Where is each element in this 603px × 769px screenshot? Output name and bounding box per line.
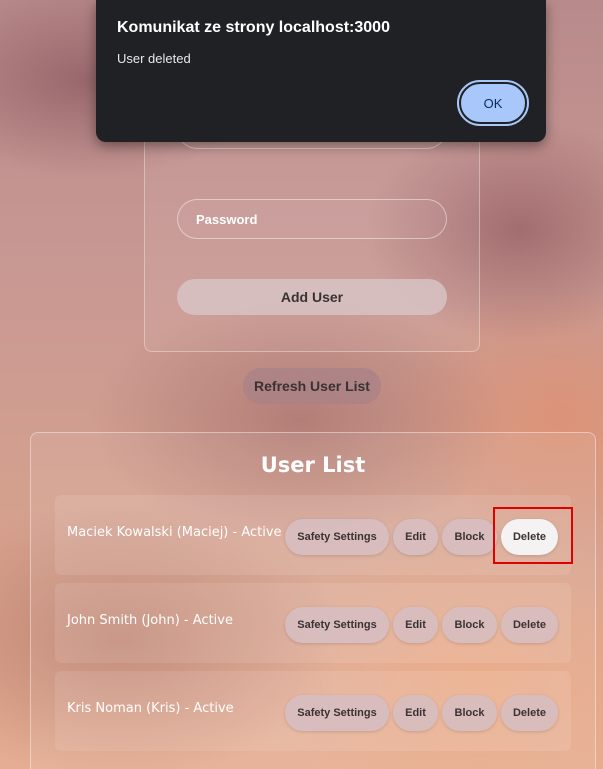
safety-settings-button[interactable]: Safety Settings: [285, 519, 389, 555]
user-info: Maciek Kowalski (Maciej) - Active: [67, 525, 282, 540]
safety-settings-button[interactable]: Safety Settings: [285, 695, 389, 731]
add-user-button[interactable]: Add User: [177, 279, 447, 315]
block-button[interactable]: Block: [442, 607, 497, 643]
ok-button[interactable]: OK: [457, 80, 529, 126]
user-info: John Smith (John) - Active: [67, 613, 233, 628]
delete-button[interactable]: Delete: [501, 695, 558, 731]
safety-settings-button[interactable]: Safety Settings: [285, 607, 389, 643]
highlight-box: [493, 507, 573, 564]
password-field[interactable]: Password: [177, 199, 447, 239]
alert-dialog: Komunikat ze strony localhost:3000 User …: [96, 0, 546, 142]
block-button[interactable]: Block: [442, 519, 497, 555]
delete-button[interactable]: Delete: [501, 607, 558, 643]
dialog-title: Komunikat ze strony localhost:3000: [117, 19, 390, 36]
block-button[interactable]: Block: [442, 695, 497, 731]
dialog-message: User deleted: [117, 51, 191, 66]
user-list-title: User List: [260, 453, 366, 477]
refresh-user-list-button[interactable]: Refresh User List: [243, 368, 381, 404]
user-row: John Smith (John) - Active Safety Settin…: [55, 583, 571, 663]
edit-button[interactable]: Edit: [393, 607, 438, 643]
edit-button[interactable]: Edit: [393, 519, 438, 555]
edit-button[interactable]: Edit: [393, 695, 438, 731]
user-row: Kris Noman (Kris) - Active Safety Settin…: [55, 671, 571, 751]
user-list-panel: User List Maciek Kowalski (Maciej) - Act…: [30, 432, 596, 769]
user-info: Kris Noman (Kris) - Active: [67, 701, 234, 716]
password-placeholder: Password: [196, 211, 258, 227]
